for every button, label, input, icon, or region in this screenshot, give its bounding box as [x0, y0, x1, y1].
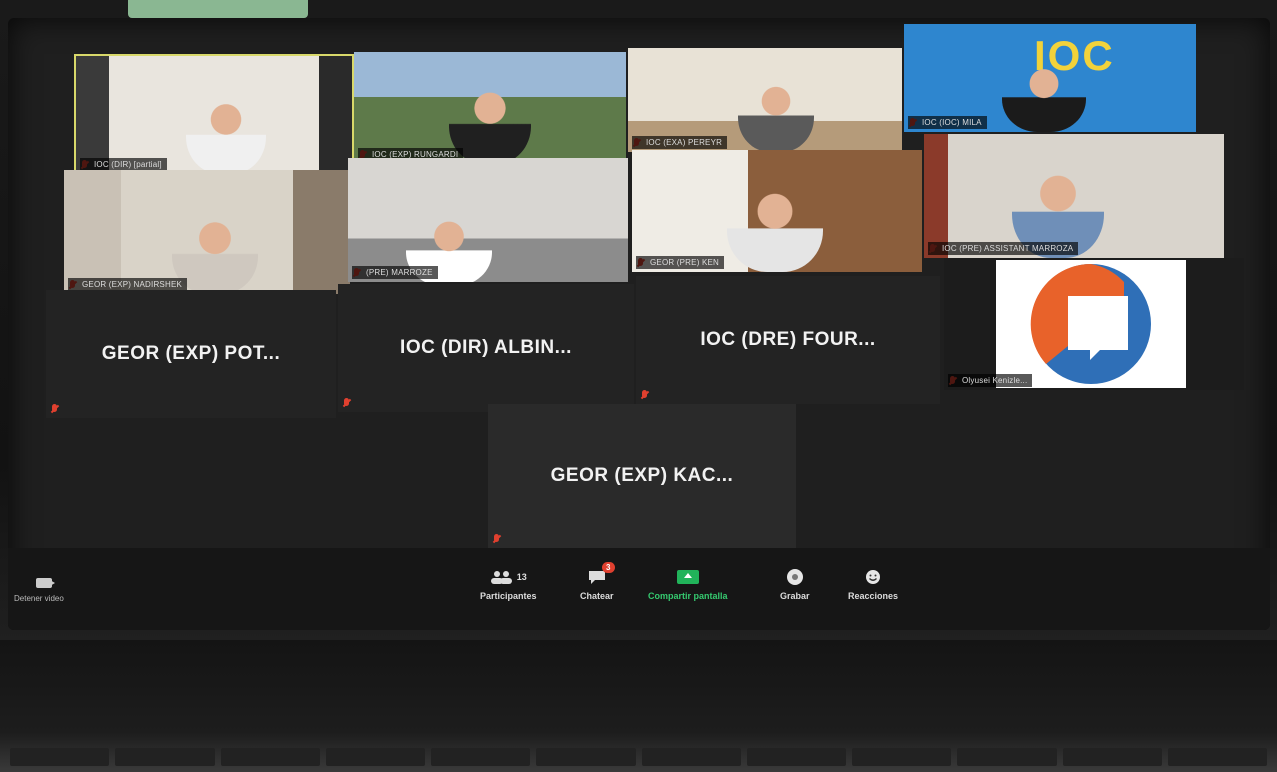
mic-off-icon [492, 533, 501, 545]
participant-name: GEOR (EXP) KAC... [550, 465, 734, 486]
video-tile[interactable]: GEOR (PRE) KEN [632, 150, 922, 272]
video-tile[interactable]: IOC (DIR) [partial] [74, 54, 354, 176]
function-key [957, 748, 1057, 766]
name-tile[interactable]: IOC (DRE) FOUR... [636, 276, 940, 404]
function-key [220, 748, 320, 766]
record-label: Grabar [780, 591, 810, 601]
participant-count: 13 [516, 572, 527, 582]
function-key [852, 748, 952, 766]
participant-name: IOC (DRE) FOUR... [700, 329, 876, 350]
function-key [115, 748, 215, 766]
chat-button[interactable]: 3 Chatear [580, 562, 615, 601]
function-key [1167, 748, 1267, 766]
participants-icon [490, 571, 512, 584]
stop-video-label: Detener video [14, 594, 64, 603]
function-key [641, 748, 741, 766]
record-icon [786, 569, 803, 585]
video-camera-icon [36, 578, 55, 588]
participants-button[interactable]: 13 Participantes [480, 566, 537, 601]
avatar-logo-icon [1030, 263, 1151, 384]
function-key [1062, 748, 1162, 766]
mic-off-icon [342, 397, 351, 409]
reactions-button[interactable]: Reacciones [848, 566, 898, 601]
participant-name: GEOR (PRE) KEN [636, 256, 725, 269]
meeting-toolbar: Detener video 13 Participantes 3 Chatear [8, 548, 1270, 630]
function-key [10, 748, 110, 766]
stop-video-button[interactable]: Detener video [14, 578, 64, 603]
name-tile[interactable]: IOC (DIR) ALBIN... [338, 284, 634, 412]
function-key [536, 748, 636, 766]
function-key [431, 748, 531, 766]
mic-off-icon [640, 389, 649, 401]
record-button[interactable]: Grabar [780, 566, 810, 601]
profile-picture [996, 260, 1186, 388]
avatar-tile[interactable]: Olyusei Kenizle... [944, 258, 1244, 390]
chat-label: Chatear [580, 591, 614, 601]
reactions-label: Reacciones [848, 591, 899, 601]
share-screen-icon [676, 570, 699, 584]
name-tile[interactable]: GEOR (EXP) POT... [46, 290, 336, 418]
sticky-note [128, 0, 308, 18]
video-tile[interactable]: (PRE) MARROZE [348, 158, 628, 282]
participant-name: IOC (DIR) ALBIN... [400, 337, 572, 358]
participant-name: GEOR (EXP) POT... [101, 343, 281, 364]
share-screen-label: Compartir pantalla [648, 591, 728, 601]
participant-name: Olyusei Kenizle... [948, 374, 1033, 387]
chat-badge: 3 [601, 562, 615, 573]
participant-name: IOC (PRE) ASSISTANT MARROZA [928, 242, 1079, 255]
participants-label: Participantes [480, 591, 537, 601]
function-key [746, 748, 846, 766]
zoom-window: IOC (DIR) [partial] IOC (EXP) RUNGARDI I… [8, 18, 1270, 630]
reactions-icon [866, 570, 881, 584]
video-tile[interactable]: IOC (EXP) RUNGARDI [354, 52, 626, 164]
mic-off-icon [50, 403, 59, 415]
function-key [325, 748, 425, 766]
participant-name: (PRE) MARROZE [352, 266, 438, 279]
video-tile[interactable]: IOC (EXA) PEREYR [628, 48, 902, 152]
video-tile[interactable]: IOC IOC (IOC) MILA [904, 24, 1196, 132]
participant-name: IOC (EXA) PEREYR [632, 136, 728, 149]
video-tile[interactable]: GEOR (EXP) NADIRSHEK [64, 170, 350, 294]
video-tile[interactable]: IOC (PRE) ASSISTANT MARROZA [924, 134, 1224, 258]
name-tile[interactable]: GEOR (EXP) KAC... [488, 404, 796, 548]
share-screen-button[interactable]: Compartir pantalla [648, 566, 728, 601]
function-key-row [0, 748, 1277, 770]
laptop-keyboard [0, 640, 1277, 772]
participant-name: IOC (IOC) MILA [908, 116, 987, 129]
